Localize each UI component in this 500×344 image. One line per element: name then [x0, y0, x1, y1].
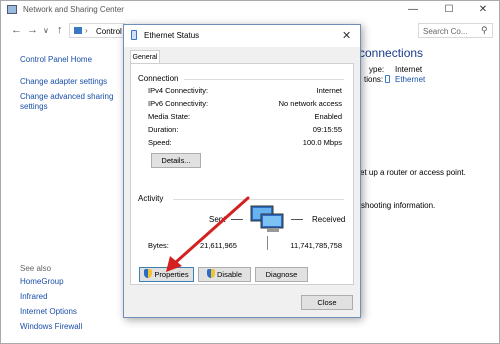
minimize-icon[interactable]: — — [406, 3, 420, 16]
tab-general[interactable]: General — [130, 50, 160, 64]
window-title: Network and Sharing Center — [23, 5, 124, 14]
ethernet-icon — [385, 75, 390, 83]
speed-value: 100.0 Mbps — [302, 138, 342, 147]
activity-group-label: Activity — [138, 194, 164, 203]
properties-button[interactable]: Properties — [139, 267, 194, 282]
bytes-separator — [267, 236, 268, 250]
ethernet-icon — [131, 30, 137, 40]
details-button[interactable]: Details... — [151, 153, 201, 168]
diagnose-button[interactable]: Diagnose — [255, 267, 308, 282]
media-state-value: Enabled — [314, 112, 342, 121]
up-arrow-icon[interactable]: ↑ — [57, 24, 63, 36]
search-icon[interactable]: ⚲ — [481, 25, 488, 36]
close-button[interactable]: Close — [301, 295, 353, 310]
breadcrumb-chevron-icon[interactable]: › — [85, 26, 88, 35]
uac-shield-icon — [144, 269, 153, 278]
connections-label: tions: — [364, 75, 384, 84]
access-type-label: ype: — [369, 65, 385, 74]
speed-label: Speed: — [148, 138, 172, 147]
disable-button[interactable]: Disable — [198, 267, 251, 282]
ipv6-label: IPv6 Connectivity: — [148, 99, 209, 108]
ipv4-label: IPv4 Connectivity: — [148, 86, 209, 95]
dialog-title: Ethernet Status — [144, 31, 200, 40]
received-line — [291, 219, 303, 220]
forward-arrow-icon[interactable]: → — [27, 24, 38, 36]
connections-heading: connections — [359, 46, 424, 60]
network-icon — [7, 5, 17, 14]
uac-shield-icon — [206, 269, 215, 278]
bytes-received-value: 11,741,785,758 — [290, 241, 342, 250]
divider — [184, 79, 344, 80]
chevron-down-icon[interactable]: ∨ — [43, 26, 49, 35]
sent-line — [231, 219, 243, 220]
maximize-icon[interactable]: ☐ — [442, 3, 456, 16]
divider — [173, 199, 344, 200]
homegroup-link[interactable]: HomeGroup — [20, 277, 64, 287]
duration-value: 09:15:55 — [312, 125, 342, 134]
network-computers-icon — [250, 205, 284, 232]
access-type-value: Internet — [395, 65, 423, 74]
control-panel-icon — [74, 27, 82, 34]
search-input[interactable]: Search Co... ⚲ — [418, 23, 493, 38]
close-icon[interactable]: ✕ — [476, 3, 490, 16]
ipv4-value: Internet — [316, 86, 342, 95]
bytes-label: Bytes: — [148, 241, 169, 250]
bytes-sent-value: 21,611,965 — [200, 241, 237, 250]
control-panel-home-link[interactable]: Control Panel Home — [20, 55, 92, 65]
search-placeholder: Search Co... — [423, 27, 468, 36]
connection-group-label: Connection — [138, 74, 179, 83]
address-box[interactable]: › Control — [69, 23, 125, 38]
sent-label: Sent — [209, 215, 226, 224]
media-state-label: Media State: — [148, 112, 191, 121]
setup-router-text: et up a router or access point. — [360, 168, 466, 177]
general-panel: Connection IPv4 Connectivity: Internet I… — [130, 63, 354, 285]
ethernet-status-dialog: Ethernet Status ✕ General Connection IPv… — [123, 24, 361, 318]
back-arrow-icon[interactable]: ← — [11, 24, 22, 36]
infrared-link[interactable]: Infrared — [20, 292, 48, 302]
ipv6-value: No network access — [278, 99, 342, 108]
breadcrumb-control-panel[interactable]: Control — [96, 27, 122, 36]
title-bar: Network and Sharing Center — ☐ ✕ — [1, 1, 499, 19]
troubleshooting-text: shooting information. — [361, 201, 436, 210]
properties-button-label: Properties — [154, 270, 189, 279]
received-label: Received — [312, 215, 346, 224]
internet-options-link[interactable]: Internet Options — [20, 307, 77, 317]
change-advanced-sharing-link[interactable]: Change advanced sharing settings — [20, 92, 115, 112]
change-adapter-settings-link[interactable]: Change adapter settings — [20, 77, 107, 87]
disable-button-label: Disable — [216, 270, 242, 279]
duration-label: Duration: — [148, 125, 179, 134]
dialog-title-bar: Ethernet Status ✕ — [124, 25, 360, 47]
windows-firewall-link[interactable]: Windows Firewall — [20, 322, 82, 332]
ethernet-connection-link[interactable]: Ethernet — [395, 75, 425, 84]
close-icon[interactable]: ✕ — [342, 29, 351, 42]
see-also-label: See also — [20, 264, 52, 273]
